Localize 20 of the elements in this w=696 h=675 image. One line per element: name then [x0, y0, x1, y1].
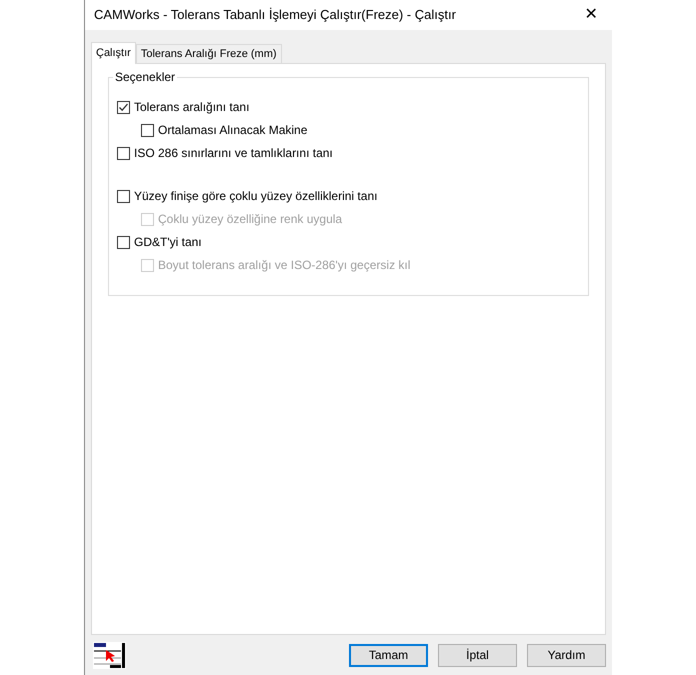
option-checkbox[interactable]: Yüzey finişe göre çoklu yüzey özelliklerini tanı — [117, 184, 588, 208]
checkbox[interactable] — [141, 124, 154, 137]
group-title: Seçenekler — [113, 70, 178, 84]
table-cursor-icon — [93, 642, 126, 669]
option-checkbox[interactable]: GD&T'yi tanı — [117, 230, 588, 254]
checkbox[interactable] — [117, 236, 130, 249]
dialog-button[interactable]: İptal — [438, 644, 517, 667]
tab[interactable]: Tolerans Aralığı Freze (mm) — [136, 44, 282, 63]
dialog-button[interactable]: Tamam — [349, 644, 428, 667]
window-title: CAMWorks - Tolerans Tabanlı İşlemeyi Çalıştır(Freze) - Çalıştır — [94, 6, 456, 24]
option-checkbox[interactable]: ISO 286 sınırlarını ve tamlıklarını tanı — [117, 142, 588, 165]
dialog-button[interactable]: Yardım — [527, 644, 606, 667]
checkmark-icon — [118, 102, 129, 113]
checkbox[interactable] — [117, 190, 130, 203]
option-checkbox[interactable]: Tolerans aralığını tanı — [117, 96, 588, 119]
option-checkbox[interactable]: Ortalaması Alınacak Makine — [141, 118, 588, 142]
checkbox[interactable] — [117, 100, 130, 114]
tab[interactable]: Çalıştır — [91, 42, 136, 64]
checkbox[interactable] — [117, 146, 130, 160]
close-button[interactable]: ✕ — [578, 2, 604, 27]
